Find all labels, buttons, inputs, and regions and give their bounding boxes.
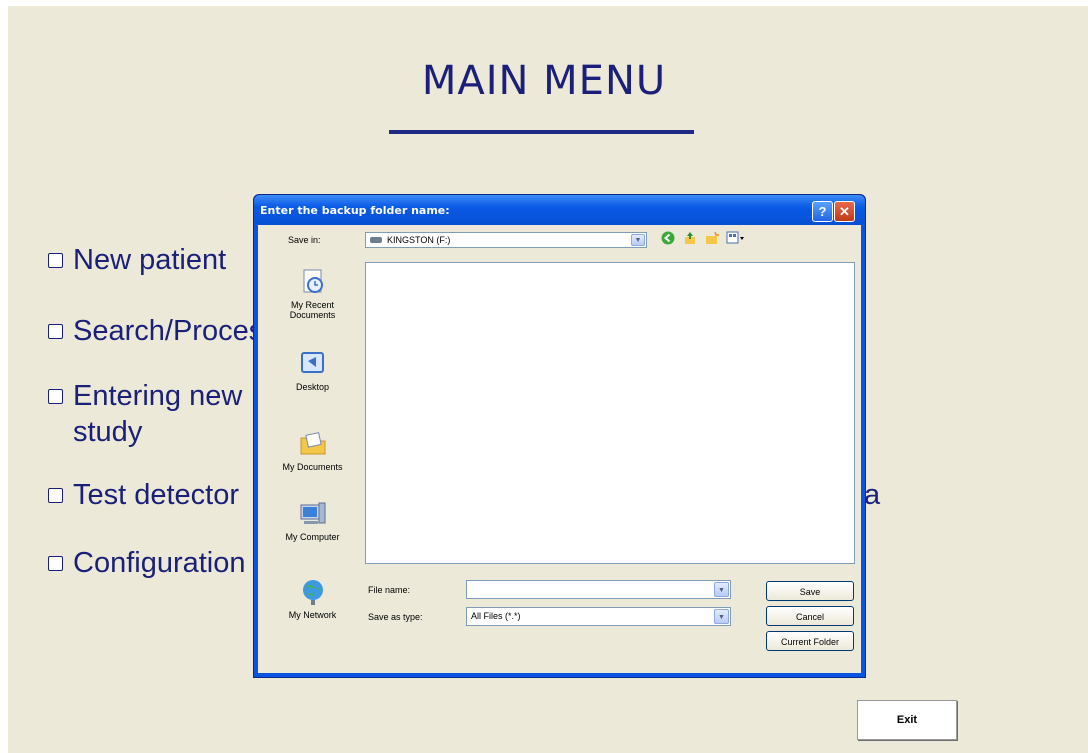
checkbox-icon — [48, 488, 63, 503]
drive-icon — [370, 237, 382, 243]
menu-item-label: New patient — [73, 244, 227, 276]
save-in-value: KINGSTON (F:) — [387, 235, 451, 245]
my-computer-icon — [300, 502, 325, 524]
menu-item-configuration[interactable]: Configuration — [48, 545, 246, 581]
help-button[interactable]: ? — [812, 201, 833, 222]
save-in-label: Save in: — [288, 235, 321, 245]
places-bar: My Recent Documents Desktop My Documents… — [266, 259, 359, 661]
place-label: Desktop — [295, 382, 330, 392]
place-my-network[interactable]: My Network — [266, 577, 359, 620]
place-label: My Network — [288, 610, 337, 620]
place-label: My Computer — [285, 532, 340, 542]
place-my-documents[interactable]: My Documents — [266, 429, 359, 472]
menu-item-label: Configuration — [73, 547, 246, 579]
exit-button[interactable]: Exit — [857, 700, 957, 740]
up-folder-icon[interactable] — [682, 231, 698, 247]
current-folder-button[interactable]: Current Folder — [766, 631, 854, 651]
my-network-icon — [302, 580, 323, 605]
save-in-dropdown[interactable]: KINGSTON (F:) ▼ — [365, 232, 647, 248]
save-dialog: Enter the backup folder name: ? ✕ Save i… — [253, 194, 866, 678]
chevron-down-icon[interactable]: ▼ — [714, 609, 729, 624]
save-as-type-dropdown[interactable]: All Files (*.*) ▼ — [466, 607, 731, 626]
dialog-toolbar — [660, 231, 744, 247]
dialog-titlebar[interactable]: Enter the backup folder name: ? ✕ — [254, 195, 865, 225]
file-name-label: File name: — [368, 585, 411, 595]
menu-item-new-patient[interactable]: New patient — [48, 242, 226, 278]
checkbox-icon — [48, 324, 63, 339]
checkbox-icon — [48, 556, 63, 571]
save-as-type-value: All Files (*.*) — [471, 611, 521, 621]
place-my-computer[interactable]: My Computer — [266, 499, 359, 542]
new-folder-icon[interactable] — [704, 231, 720, 247]
file-list-area[interactable] — [365, 262, 855, 564]
checkbox-icon — [48, 389, 63, 404]
checkbox-icon — [48, 253, 63, 268]
dialog-title: Enter the backup folder name: — [260, 204, 450, 217]
menu-item-label: Test detector — [73, 479, 240, 511]
close-button[interactable]: ✕ — [834, 201, 855, 222]
menu-item-search-process[interactable]: Search/Process — [48, 313, 278, 349]
menu-item-test-detector[interactable]: Test detector — [48, 477, 239, 513]
save-button[interactable]: Save — [766, 581, 854, 601]
my-documents-icon — [300, 432, 325, 455]
menu-item-label: Search/Process — [73, 315, 278, 347]
recent-documents-icon — [303, 269, 323, 293]
place-label: My Documents — [282, 462, 343, 472]
back-icon[interactable] — [660, 231, 676, 247]
file-name-input[interactable]: ▼ — [466, 580, 731, 599]
save-as-type-label: Save as type: — [368, 612, 423, 622]
cancel-button[interactable]: Cancel — [766, 606, 854, 626]
place-label: My Recent Documents — [289, 300, 336, 320]
views-menu-icon[interactable] — [726, 231, 744, 247]
dialog-body: Save in: KINGSTON (F:) ▼ My Recent Docum… — [258, 225, 861, 673]
chevron-down-icon[interactable]: ▼ — [714, 582, 729, 597]
desktop-icon — [300, 352, 324, 373]
menu-item-trailing-text: a — [864, 479, 881, 511]
title-underline — [389, 130, 694, 134]
place-my-recent-documents[interactable]: My Recent Documents — [266, 267, 359, 320]
menu-item-label: Entering new study — [73, 380, 243, 448]
chevron-down-icon[interactable]: ▼ — [631, 234, 645, 246]
menu-item-entering-new-study[interactable]: Entering new study — [48, 378, 242, 450]
place-desktop[interactable]: Desktop — [266, 349, 359, 392]
page-title: MAIN MENU — [421, 58, 667, 104]
